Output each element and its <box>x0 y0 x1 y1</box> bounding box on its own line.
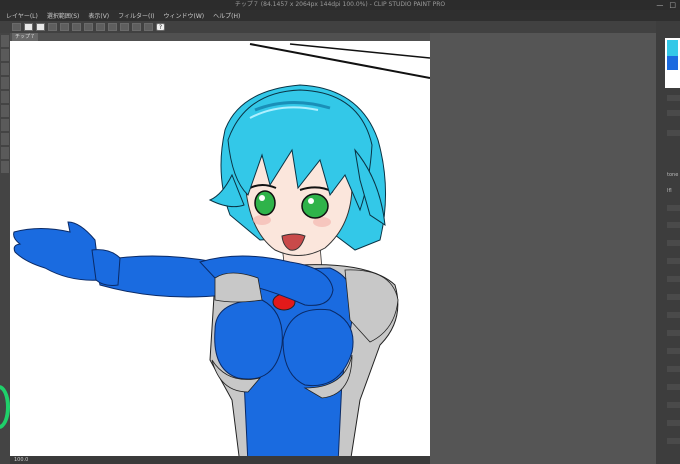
tool-button-1[interactable] <box>1 35 9 47</box>
layer-row[interactable] <box>667 330 680 336</box>
layer-row[interactable] <box>667 366 680 372</box>
window-controls: — □ <box>656 0 676 10</box>
menu-bar: レイヤー(L) 選択範囲(S) 表示(V) フィルター(I) ウィンドウ(W) … <box>0 10 680 21</box>
layer-row[interactable] <box>667 240 680 246</box>
eye-right-highlight <box>308 198 314 204</box>
layer-row[interactable] <box>667 258 680 264</box>
menu-selection[interactable]: 選択範囲(S) <box>47 11 80 20</box>
menu-help[interactable]: ヘルプ(H) <box>213 11 240 20</box>
transform-icon[interactable] <box>96 23 105 31</box>
tool-button-8[interactable] <box>1 133 9 145</box>
help-icon[interactable]: ? <box>156 23 165 31</box>
eye-right <box>301 193 329 219</box>
eye-icon[interactable] <box>12 23 21 31</box>
eye-left <box>254 190 276 216</box>
character-illustration <box>13 43 430 464</box>
layer-row[interactable] <box>667 276 680 282</box>
command-bar: ? <box>0 21 680 33</box>
save-icon[interactable] <box>48 23 57 31</box>
canvas-viewport[interactable] <box>10 41 430 464</box>
menu-view[interactable]: 表示(V) <box>88 11 109 20</box>
tool-button-10[interactable] <box>1 161 9 173</box>
redo-icon[interactable] <box>72 23 81 31</box>
layer-row[interactable] <box>667 420 680 426</box>
tool-button-4[interactable] <box>1 77 9 89</box>
canvas-tab-bar: チップ７ <box>10 33 430 41</box>
layer-row[interactable] <box>667 348 680 354</box>
panel-row[interactable] <box>667 130 680 136</box>
panel-label-b: Ifl <box>667 188 672 194</box>
menu-filter[interactable]: フィルター(I) <box>118 11 154 20</box>
minimize-icon[interactable]: — <box>656 0 663 10</box>
layer-row[interactable] <box>667 294 680 300</box>
panel-row[interactable] <box>667 110 680 116</box>
menu-layer[interactable]: レイヤー(L) <box>6 11 38 20</box>
undo-icon[interactable] <box>60 23 69 31</box>
layer-row[interactable] <box>667 222 680 228</box>
layer-row[interactable] <box>667 402 680 408</box>
tool-button-3[interactable] <box>1 63 9 75</box>
pasteboard-area <box>430 33 656 464</box>
new-file-icon[interactable] <box>24 23 33 31</box>
layer-row[interactable] <box>667 312 680 318</box>
layer-row[interactable] <box>667 384 680 390</box>
tool-button-7[interactable] <box>1 119 9 131</box>
tab-canvas[interactable]: チップ７ <box>12 33 38 41</box>
ruler-icon[interactable] <box>144 23 153 31</box>
window-title: チップ７ (84.1457 x 2064px 144dpi 100.0%) - … <box>234 1 446 8</box>
deselect-icon[interactable] <box>108 23 117 31</box>
layer-row[interactable] <box>667 205 680 211</box>
clear-icon[interactable] <box>84 23 93 31</box>
eye-left-highlight <box>259 195 265 201</box>
layer-row[interactable] <box>667 438 680 444</box>
glove-hand <box>13 221 101 281</box>
panel-row[interactable] <box>667 95 680 101</box>
navigator-thumbnail[interactable] <box>665 38 680 88</box>
cuff <box>91 249 121 286</box>
blush-left <box>253 215 271 225</box>
drawing-canvas[interactable] <box>10 41 430 464</box>
snap-icon[interactable] <box>132 23 141 31</box>
zoom-readout[interactable]: 100.0 <box>14 457 28 463</box>
invert-selection-icon[interactable] <box>120 23 129 31</box>
status-bar: 100.0 <box>10 456 430 464</box>
panel-label-a: tone <box>667 172 679 178</box>
open-file-icon[interactable] <box>36 23 45 31</box>
tool-button-5[interactable] <box>1 91 9 103</box>
navigator-preview <box>667 40 678 70</box>
chest-left <box>214 299 283 380</box>
tool-button-6[interactable] <box>1 105 9 117</box>
title-bar: チップ７ (84.1457 x 2064px 144dpi 100.0%) - … <box>0 0 680 10</box>
menu-window[interactable]: ウィンドウ(W) <box>164 11 205 20</box>
maximize-icon[interactable]: □ <box>669 0 676 10</box>
shoulder-left <box>214 272 263 303</box>
tool-button-2[interactable] <box>1 49 9 61</box>
tool-button-9[interactable] <box>1 147 9 159</box>
